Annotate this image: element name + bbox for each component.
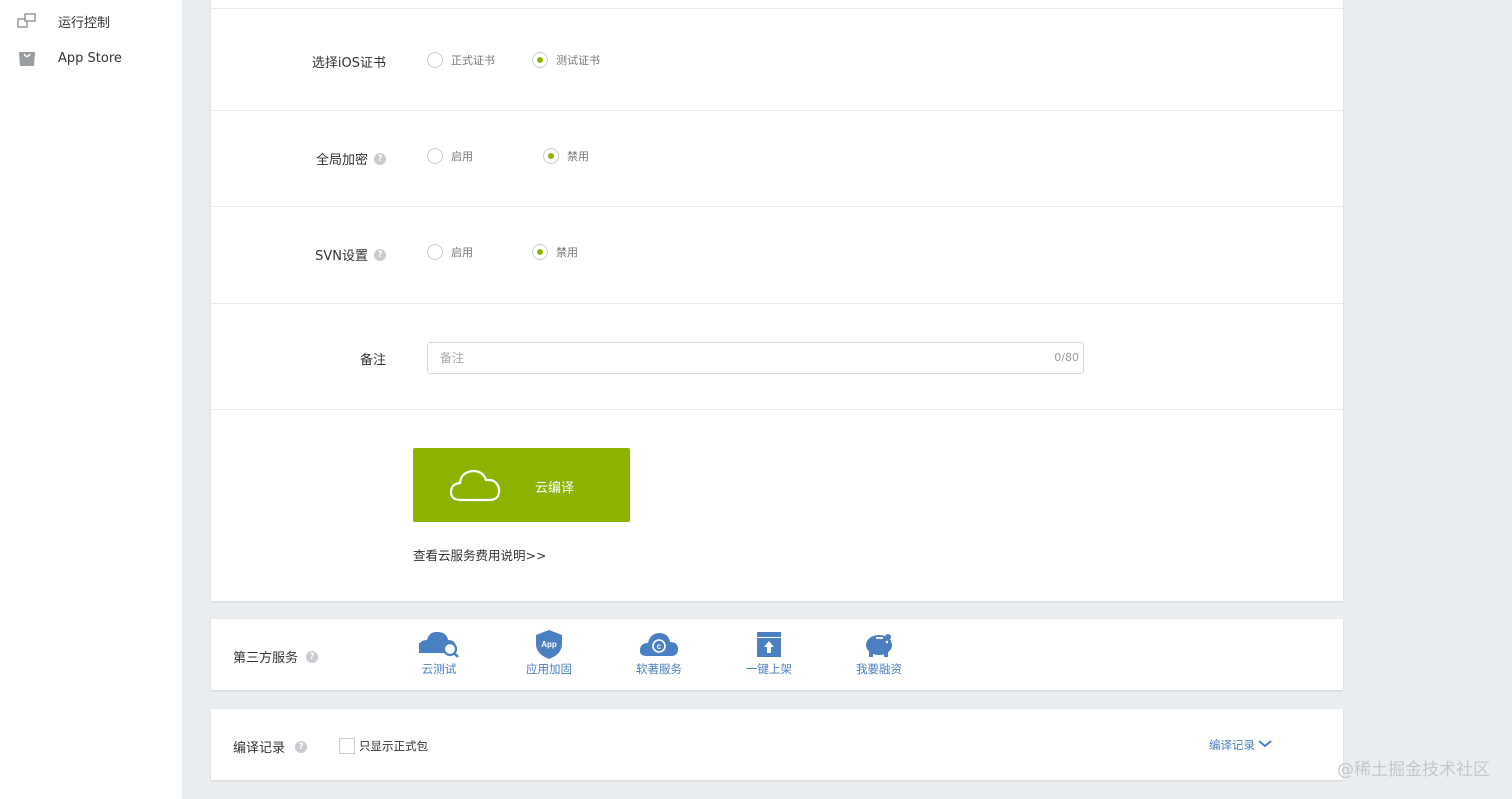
sidebar-item-label: 运行控制 <box>58 15 111 31</box>
radio-label: 启用 <box>451 150 473 163</box>
service-label: 一键上架 <box>746 662 792 676</box>
service-label: 云测试 <box>421 662 457 676</box>
service-label: 我要融资 <box>856 662 902 676</box>
sidebar-item-run-control[interactable]: 运行控制 <box>0 3 182 39</box>
help-icon[interactable]: ? <box>374 248 386 261</box>
help-icon[interactable]: ? <box>306 650 319 663</box>
encrypt-option-enable[interactable]: 启用 <box>427 148 473 164</box>
encrypt-row: 全局加密 ? 启用 禁用 <box>211 111 1343 207</box>
third-party-panel: 第三方服务 ? 云测试 App 应用加固 c 软著服务 一键上架 我要融资 <box>211 619 1343 690</box>
radio-circle <box>427 52 443 68</box>
service-one-click-publish[interactable]: 一键上架 <box>729 629 809 677</box>
radio-circle-selected <box>543 148 559 164</box>
svn-option-enable[interactable]: 启用 <box>427 244 473 260</box>
chevron-down-icon <box>1257 738 1273 752</box>
cert-label: 选择iOS证书 <box>311 56 386 71</box>
service-app-hardening[interactable]: App 应用加固 <box>509 629 589 677</box>
window-icon <box>17 12 37 30</box>
cloud-copyright-icon: c <box>639 633 678 656</box>
sidebar: 运行控制 App Store <box>0 0 183 799</box>
svg-text:c: c <box>657 642 662 651</box>
fee-explanation-link[interactable]: 查看云服务费用说明>> <box>413 545 546 564</box>
radio-label: 测试证书 <box>556 54 600 67</box>
encrypt-label: 全局加密 ? <box>316 149 386 168</box>
build-record-link-label: 编译记录 <box>1209 738 1255 752</box>
cloud-search-icon <box>418 631 459 658</box>
help-icon[interactable]: ? <box>295 740 308 753</box>
radio-label: 禁用 <box>556 246 578 259</box>
svg-text:App: App <box>541 640 557 649</box>
checkbox-box <box>339 738 355 754</box>
cert-option-release[interactable]: 正式证书 <box>427 52 495 68</box>
app-shield-icon: App <box>536 630 562 659</box>
cloud-icon <box>449 468 501 506</box>
radio-label: 启用 <box>451 246 473 259</box>
sidebar-item-app-store[interactable]: App Store <box>0 40 182 76</box>
service-copyright[interactable]: c 软著服务 <box>619 629 699 677</box>
svn-option-disable[interactable]: 禁用 <box>532 244 578 260</box>
build-settings-panel: 选择iOS证书 正式证书 测试证书 全局加密 ? 启用 禁用 SVN设置 ? 启… <box>211 0 1343 601</box>
upload-box-icon <box>757 632 781 657</box>
note-field[interactable]: 0/80 <box>427 342 1084 374</box>
build-record-label: 编译记录 ? <box>233 737 308 756</box>
cert-option-test[interactable]: 测试证书 <box>532 52 600 68</box>
release-only-checkbox[interactable]: 只显示正式包 <box>339 738 428 754</box>
service-label: 应用加固 <box>526 662 572 676</box>
radio-label: 禁用 <box>567 150 589 163</box>
build-record-toggle[interactable]: 编译记录 <box>1209 737 1273 753</box>
checkbox-label: 只显示正式包 <box>359 739 428 753</box>
bag-icon <box>17 49 37 67</box>
build-record-panel: 编译记录 ? 只显示正式包 编译记录 <box>211 709 1343 780</box>
service-label: 软著服务 <box>636 662 682 676</box>
radio-circle <box>427 244 443 260</box>
radio-circle-selected <box>532 52 548 68</box>
svn-label: SVN设置 ? <box>315 245 386 264</box>
radio-label: 正式证书 <box>451 54 495 67</box>
radio-circle-selected <box>532 244 548 260</box>
service-cloud-test[interactable]: 云测试 <box>399 629 479 677</box>
cert-row: 选择iOS证书 正式证书 测试证书 <box>211 9 1343 111</box>
sidebar-item-label: App Store <box>58 50 122 66</box>
third-party-label: 第三方服务 ? <box>233 647 319 666</box>
radio-circle <box>427 148 443 164</box>
row-divider-top <box>211 0 1343 9</box>
encrypt-option-disable[interactable]: 禁用 <box>543 148 589 164</box>
cloud-build-button[interactable]: 云编译 <box>413 448 630 522</box>
piggy-bank-icon <box>866 634 892 657</box>
note-input[interactable] <box>428 343 1028 373</box>
watermark: @稀土掘金技术社区 <box>1337 760 1490 780</box>
note-label: 备注 <box>359 353 386 368</box>
note-counter: 0/80 <box>1054 351 1079 364</box>
note-row: 备注 0/80 <box>211 304 1343 410</box>
help-icon[interactable]: ? <box>374 152 386 165</box>
svn-row: SVN设置 ? 启用 禁用 <box>211 207 1343 304</box>
service-financing[interactable]: 我要融资 <box>839 629 919 677</box>
cloud-build-label: 云编译 <box>535 481 575 496</box>
